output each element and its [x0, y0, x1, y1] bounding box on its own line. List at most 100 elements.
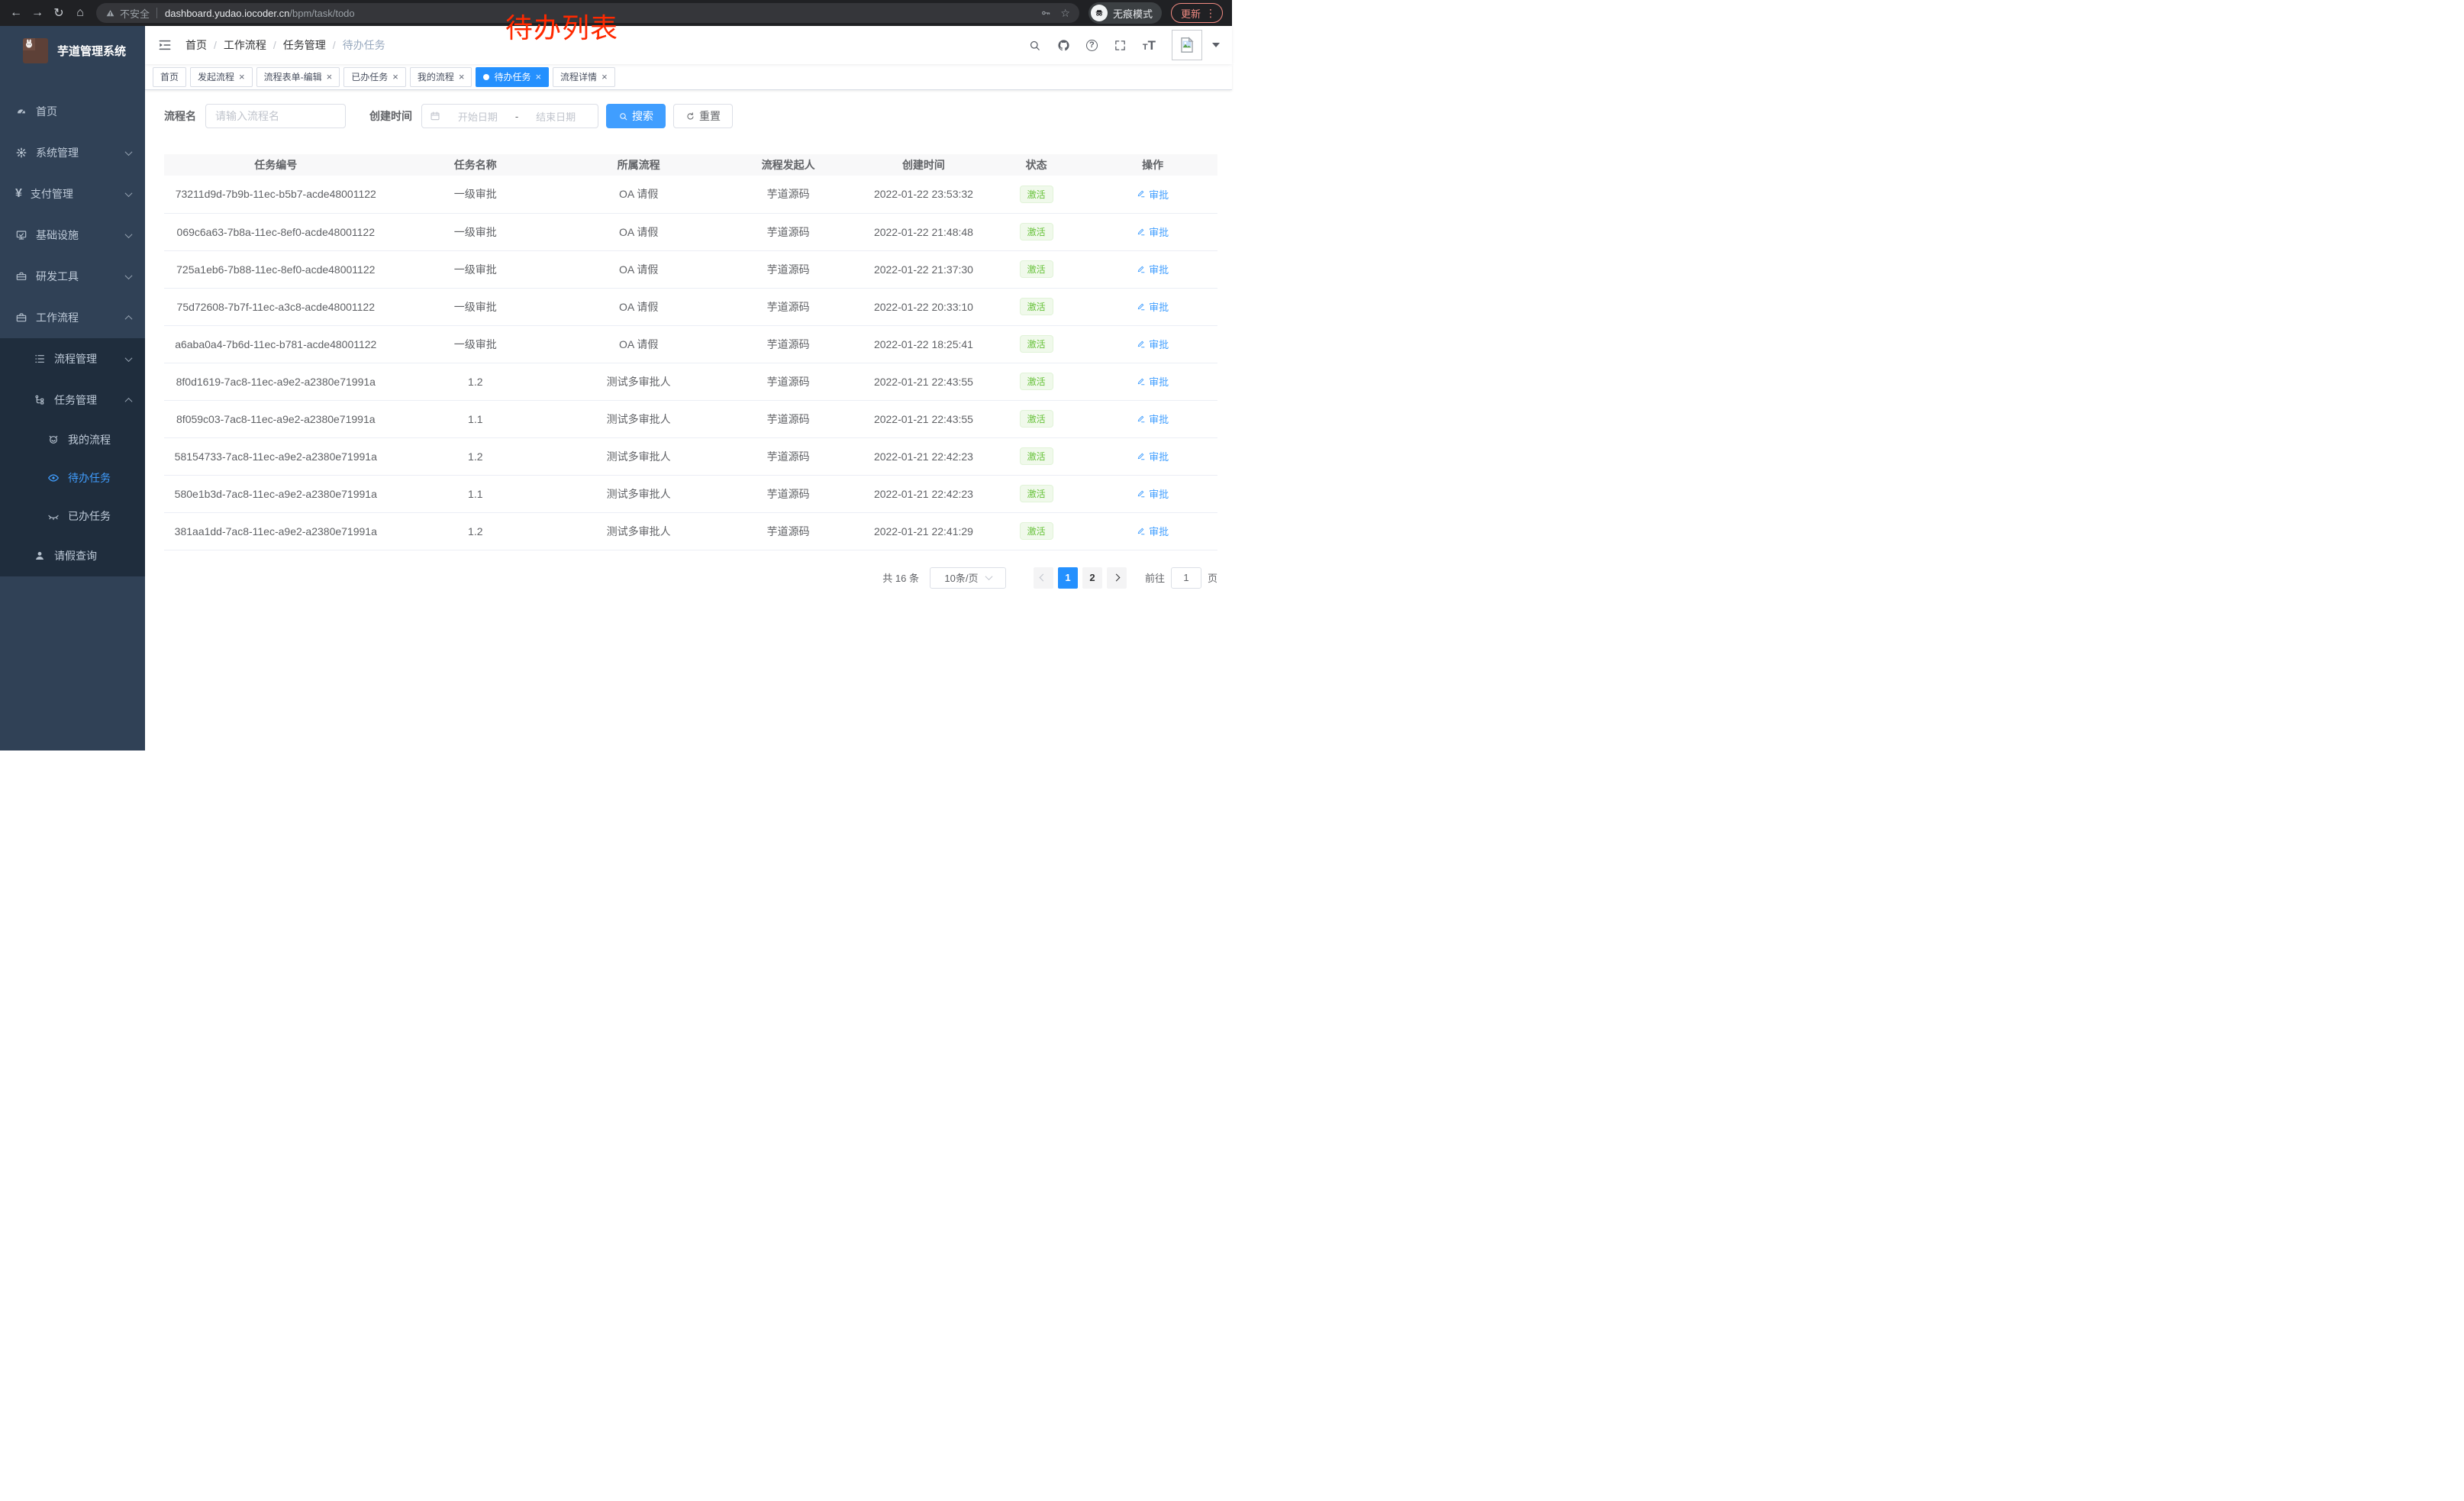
- tab[interactable]: 流程详情 ×: [553, 67, 615, 87]
- page-number[interactable]: 1: [1058, 567, 1078, 589]
- incognito-label: 无痕模式: [1113, 6, 1153, 21]
- goto-label: 前往: [1145, 570, 1165, 585]
- pagination: 共 16 条 10条/页 1 2 前往 页: [164, 567, 1217, 589]
- sidebar-subitem[interactable]: 任务管理: [0, 379, 145, 421]
- search-button[interactable]: 搜索: [606, 104, 666, 128]
- tab-label: 流程详情: [560, 70, 597, 83]
- collapse-sidebar-icon[interactable]: [157, 37, 173, 53]
- sidebar-item[interactable]: 基础设施: [0, 215, 145, 256]
- gauge-icon: [15, 105, 27, 118]
- tab[interactable]: 首页: [153, 67, 186, 87]
- sidebar-subitem[interactable]: 待办任务: [0, 459, 145, 497]
- breadcrumb-item[interactable]: 任务管理: [283, 37, 343, 53]
- cell-task-id: 73211d9d-7b9b-11ec-b5b7-acde48001122: [164, 176, 388, 213]
- goto-page-input[interactable]: [1171, 567, 1201, 589]
- approve-link[interactable]: 审批: [1137, 187, 1169, 202]
- filter-bar: 流程名 创建时间 开始日期 - 结束日期 搜索 重置: [164, 104, 1217, 128]
- date-range-picker[interactable]: 开始日期 - 结束日期: [421, 104, 598, 128]
- cell-create-time: 2022-01-22 21:48:48: [863, 213, 985, 250]
- approve-link[interactable]: 审批: [1137, 486, 1169, 501]
- table-row: 580e1b3d-7ac8-11ec-a9e2-a2380e71991a 1.1…: [164, 475, 1217, 512]
- breadcrumb-item[interactable]: 工作流程: [224, 37, 283, 53]
- cell-starter: 芋道源码: [714, 250, 863, 288]
- next-page-button[interactable]: [1107, 567, 1127, 589]
- top-navbar: 首页 工作流程 任务管理 待办任务 ? TT: [145, 26, 1232, 64]
- chevron-icon: [125, 272, 133, 279]
- close-icon[interactable]: ×: [327, 72, 333, 82]
- sidebar-subitem[interactable]: 请假查询: [0, 535, 145, 576]
- browser-home-icon[interactable]: ⌂: [70, 3, 90, 23]
- status-badge: 激活: [1020, 373, 1053, 390]
- sidebar: 芋道管理系统 首页 系统管理 ¥ 支付管理: [0, 26, 145, 750]
- close-icon[interactable]: ×: [239, 72, 245, 82]
- browser-back-icon[interactable]: ←: [6, 3, 26, 23]
- sidebar-item[interactable]: 研发工具: [0, 256, 145, 297]
- sidebar-item[interactable]: 工作流程: [0, 297, 145, 338]
- browser-reload-icon[interactable]: ↻: [49, 3, 69, 23]
- approve-link[interactable]: 审批: [1137, 449, 1169, 463]
- address-bar[interactable]: 不安全 dashboard.yudao.iocoder.cn/bpm/task/…: [96, 3, 1079, 23]
- sidebar-item[interactable]: 首页: [0, 91, 145, 132]
- security-label: 不安全: [120, 6, 150, 21]
- sidebar-item[interactable]: 系统管理: [0, 132, 145, 173]
- approve-link[interactable]: 审批: [1137, 412, 1169, 426]
- breadcrumb-item[interactable]: 首页: [185, 37, 224, 53]
- approve-link[interactable]: 审批: [1137, 337, 1169, 351]
- tab[interactable]: 待办任务 ×: [476, 67, 549, 87]
- cell-process: OA 请假: [563, 176, 714, 213]
- close-icon[interactable]: ×: [601, 72, 608, 82]
- cell-task-name: 一级审批: [388, 213, 563, 250]
- approve-link-label: 审批: [1149, 337, 1169, 351]
- approve-link[interactable]: 审批: [1137, 374, 1169, 389]
- close-icon[interactable]: ×: [459, 72, 465, 82]
- page-number[interactable]: 2: [1082, 567, 1102, 589]
- font-size-icon[interactable]: TT: [1143, 39, 1156, 52]
- sidebar-subitem[interactable]: 已办任务: [0, 497, 145, 535]
- cell-task-name: 1.2: [388, 512, 563, 550]
- approve-link-label: 审批: [1149, 449, 1169, 463]
- prev-page-button[interactable]: [1034, 567, 1053, 589]
- tab[interactable]: 我的流程 ×: [410, 67, 472, 87]
- github-icon[interactable]: [1057, 39, 1070, 52]
- help-icon[interactable]: ?: [1086, 40, 1098, 51]
- close-icon[interactable]: ×: [535, 72, 541, 82]
- sidebar-subitem-label: 待办任务: [68, 470, 111, 486]
- refresh-icon: [685, 111, 695, 121]
- approve-link[interactable]: 审批: [1137, 262, 1169, 276]
- table-row: 58154733-7ac8-11ec-a9e2-a2380e71991a 1.2…: [164, 437, 1217, 475]
- status-badge: 激活: [1020, 522, 1053, 540]
- page-size-select[interactable]: 10条/页: [930, 567, 1006, 589]
- caret-down-icon[interactable]: [1212, 43, 1220, 47]
- cell-starter: 芋道源码: [714, 288, 863, 325]
- tab[interactable]: 已办任务 ×: [343, 67, 406, 87]
- tab[interactable]: 流程表单-编辑 ×: [256, 67, 340, 87]
- sidebar-item[interactable]: ¥ 支付管理: [0, 173, 145, 215]
- sidebar-subitem[interactable]: 我的流程: [0, 421, 145, 459]
- tab[interactable]: 发起流程 ×: [190, 67, 253, 87]
- url-host: dashboard.yudao.iocoder.cn: [165, 8, 289, 19]
- reset-button[interactable]: 重置: [673, 104, 733, 128]
- tab-label: 我的流程: [418, 70, 454, 83]
- sidebar-logo[interactable]: 芋道管理系统: [0, 26, 145, 75]
- browser-forward-icon[interactable]: →: [27, 3, 47, 23]
- approve-link[interactable]: 审批: [1137, 524, 1169, 538]
- status-badge: 激活: [1020, 186, 1053, 203]
- breadcrumb-item[interactable]: 待办任务: [343, 37, 385, 53]
- approve-link[interactable]: 审批: [1137, 299, 1169, 314]
- cell-process: 测试多审批人: [563, 475, 714, 512]
- bookmark-star-icon[interactable]: ☆: [1060, 7, 1070, 20]
- search-icon[interactable]: [1028, 39, 1041, 52]
- avatar[interactable]: [1172, 30, 1202, 60]
- process-name-input[interactable]: [205, 104, 346, 128]
- cell-process: OA 请假: [563, 325, 714, 363]
- col-create-time: 创建时间: [863, 154, 985, 176]
- browser-update-button[interactable]: 更新 ⋮: [1171, 3, 1223, 23]
- close-icon[interactable]: ×: [392, 72, 398, 82]
- key-icon[interactable]: [1040, 8, 1051, 18]
- sidebar-subitem[interactable]: 流程管理: [0, 338, 145, 379]
- fullscreen-icon[interactable]: [1114, 39, 1127, 52]
- browser-menu-icon[interactable]: ⋮: [1205, 7, 1216, 20]
- approve-link[interactable]: 审批: [1137, 224, 1169, 239]
- cell-task-id: a6aba0a4-7b6d-11ec-b781-acde48001122: [164, 325, 388, 363]
- tab-label: 流程表单-编辑: [264, 70, 322, 83]
